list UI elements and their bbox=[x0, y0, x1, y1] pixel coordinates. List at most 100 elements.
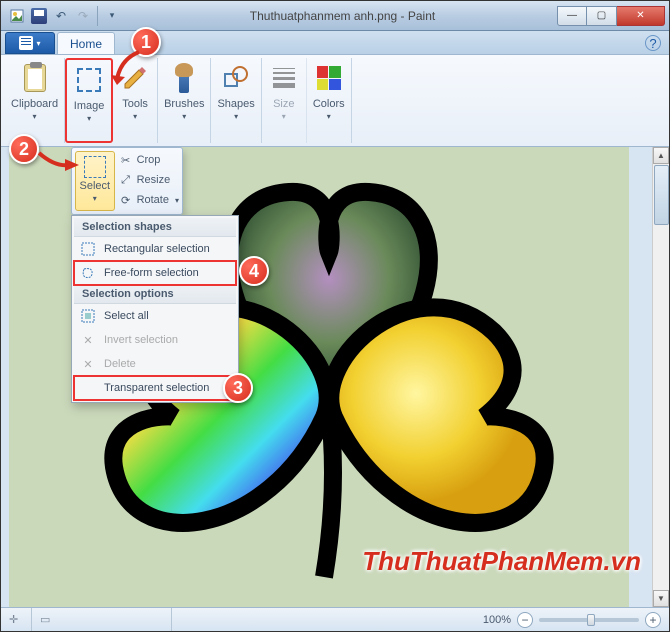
chevron-down-icon: ▾ bbox=[182, 112, 186, 121]
select-rect-icon bbox=[84, 156, 106, 178]
vertical-scrollbar[interactable]: ▲ ▼ bbox=[652, 147, 669, 607]
chevron-down-icon: ▾ bbox=[327, 112, 331, 121]
image-label: Image bbox=[74, 100, 105, 112]
callout-3-text: 3 bbox=[233, 378, 243, 399]
crop-label: Crop bbox=[137, 154, 161, 166]
callout-2-text: 2 bbox=[19, 139, 29, 160]
undo-icon[interactable]: ↶ bbox=[51, 6, 71, 26]
qat-customize-arrow[interactable]: ▾ bbox=[102, 6, 122, 26]
size-icon bbox=[268, 62, 300, 94]
dd-selectall-label: Select all bbox=[104, 310, 149, 322]
help-button[interactable]: ? bbox=[645, 35, 661, 51]
dd-header-shapes: Selection shapes bbox=[74, 218, 236, 237]
zoom-thumb[interactable] bbox=[587, 614, 595, 626]
shapes-label: Shapes bbox=[217, 98, 254, 110]
scroll-down-button[interactable]: ▼ bbox=[653, 590, 669, 607]
chevron-down-icon: ▾ bbox=[234, 112, 238, 121]
status-bar: ✛ ▭ 100% − + bbox=[1, 607, 669, 631]
zoom-control: 100% − + bbox=[475, 612, 669, 628]
tab-strip: ▾ Home ? bbox=[1, 31, 669, 55]
group-image[interactable]: Image ▾ bbox=[65, 58, 113, 143]
crop-button[interactable]: ✂ Crop bbox=[119, 151, 179, 169]
crop-icon: ✂ bbox=[119, 153, 133, 167]
arrow-2 bbox=[35, 149, 79, 182]
zoom-out-button[interactable]: − bbox=[517, 612, 533, 628]
resize-label: Resize bbox=[137, 174, 171, 186]
dd-delete: ✕ Delete bbox=[74, 352, 236, 376]
dd-rectangular-selection[interactable]: Rectangular selection bbox=[74, 237, 236, 261]
resize-button[interactable]: ⤢ Resize bbox=[119, 171, 179, 189]
invert-icon: ✕ bbox=[80, 332, 96, 348]
zoom-in-button[interactable]: + bbox=[645, 612, 661, 628]
callout-4: 4 bbox=[239, 256, 269, 286]
chevron-down-icon: ▾ bbox=[87, 114, 91, 123]
group-colors[interactable]: Colors ▾ bbox=[307, 58, 352, 143]
ribbon: Clipboard ▾ Image ▾ Tools ▾ Brushes ▾ Sh… bbox=[1, 55, 669, 147]
group-shapes[interactable]: Shapes ▾ bbox=[211, 58, 261, 143]
resize-icon: ⤢ bbox=[119, 173, 133, 187]
dd-rect-label: Rectangular selection bbox=[104, 243, 210, 255]
rotate-label: Rotate bbox=[137, 194, 169, 206]
dd-free-label: Free-form selection bbox=[104, 267, 199, 279]
rotate-button[interactable]: ⟳Rotate▾ bbox=[119, 191, 179, 209]
freeform-icon bbox=[80, 265, 96, 281]
file-menu-icon bbox=[19, 36, 33, 50]
clipboard-icon bbox=[19, 62, 51, 94]
dd-invert-label: Invert selection bbox=[104, 334, 178, 346]
shapes-icon bbox=[220, 62, 252, 94]
tab-home-label: Home bbox=[70, 37, 102, 51]
chevron-down-icon: ▾ bbox=[33, 112, 37, 121]
brushes-label: Brushes bbox=[164, 98, 204, 110]
chevron-down-icon: ▾ bbox=[93, 194, 97, 203]
qat-separator bbox=[97, 6, 98, 26]
status-cursor: ✛ bbox=[1, 608, 32, 631]
cursor-pos-icon: ✛ bbox=[9, 613, 23, 627]
dd-select-all[interactable]: Select all bbox=[74, 304, 236, 328]
chevron-down-icon: ▾ bbox=[36, 39, 40, 48]
close-button[interactable]: ✕ bbox=[617, 6, 665, 26]
callout-3: 3 bbox=[223, 373, 253, 403]
title-bar: ↶ ↷ ▾ Thuthuatphanmem anh.png - Paint ― … bbox=[1, 1, 669, 31]
size-label: Size bbox=[273, 98, 294, 110]
rect-select-icon bbox=[80, 241, 96, 257]
arrow-1 bbox=[111, 49, 151, 94]
dd-transparent-label: Transparent selection bbox=[104, 382, 209, 394]
dd-freeform-selection[interactable]: Free-form selection bbox=[74, 261, 236, 285]
image-side-buttons: ✂Crop ⤢Resize ⟳Rotate▾ bbox=[115, 151, 179, 211]
dd-delete-label: Delete bbox=[104, 358, 136, 370]
colors-label: Colors bbox=[313, 98, 345, 110]
quick-access-toolbar: ↶ ↷ ▾ bbox=[1, 6, 128, 26]
scroll-thumb[interactable] bbox=[654, 165, 669, 225]
clipboard-label: Clipboard bbox=[11, 98, 58, 110]
tab-home[interactable]: Home bbox=[57, 32, 115, 54]
rotate-icon: ⟳ bbox=[119, 193, 133, 207]
group-size: Size ▾ bbox=[262, 58, 307, 143]
window-title: Thuthuatphanmem anh.png - Paint bbox=[128, 9, 557, 23]
save-icon[interactable] bbox=[29, 6, 49, 26]
select-label: Select bbox=[79, 180, 110, 192]
work-area: Select ▾ ✂ Crop ⤢ Resize ⟳ Rotate ▾ Selectio… bbox=[1, 147, 669, 607]
scroll-up-button[interactable]: ▲ bbox=[653, 147, 669, 164]
image-select-icon bbox=[73, 64, 105, 96]
brush-icon bbox=[168, 62, 200, 94]
delete-icon: ✕ bbox=[80, 356, 96, 372]
redo-icon[interactable]: ↷ bbox=[73, 6, 93, 26]
chevron-down-icon: ▾ bbox=[282, 112, 286, 121]
select-all-icon bbox=[80, 308, 96, 324]
watermark: ThuThuatPhanMem.vn bbox=[362, 546, 641, 577]
select-button[interactable]: Select ▾ bbox=[75, 151, 115, 211]
file-menu-button[interactable]: ▾ bbox=[5, 32, 55, 54]
transparent-icon bbox=[80, 380, 96, 396]
group-clipboard[interactable]: Clipboard ▾ bbox=[5, 58, 65, 143]
select-dropdown-menu: Selection shapes Rectangular selection F… bbox=[71, 215, 239, 403]
dd-transparent-selection[interactable]: Transparent selection bbox=[74, 376, 236, 400]
paint-app-icon[interactable] bbox=[7, 6, 27, 26]
zoom-slider[interactable] bbox=[539, 618, 639, 622]
zoom-percent: 100% bbox=[483, 614, 511, 626]
maximize-button[interactable]: ▢ bbox=[587, 6, 617, 26]
selection-size-icon: ▭ bbox=[40, 613, 54, 627]
minimize-button[interactable]: ― bbox=[557, 6, 587, 26]
image-dropdown-panel: Select ▾ ✂ Crop ⤢ Resize ⟳ Rotate ▾ bbox=[71, 147, 183, 215]
group-brushes[interactable]: Brushes ▾ bbox=[158, 58, 211, 143]
status-selection: ▭ bbox=[32, 608, 172, 631]
